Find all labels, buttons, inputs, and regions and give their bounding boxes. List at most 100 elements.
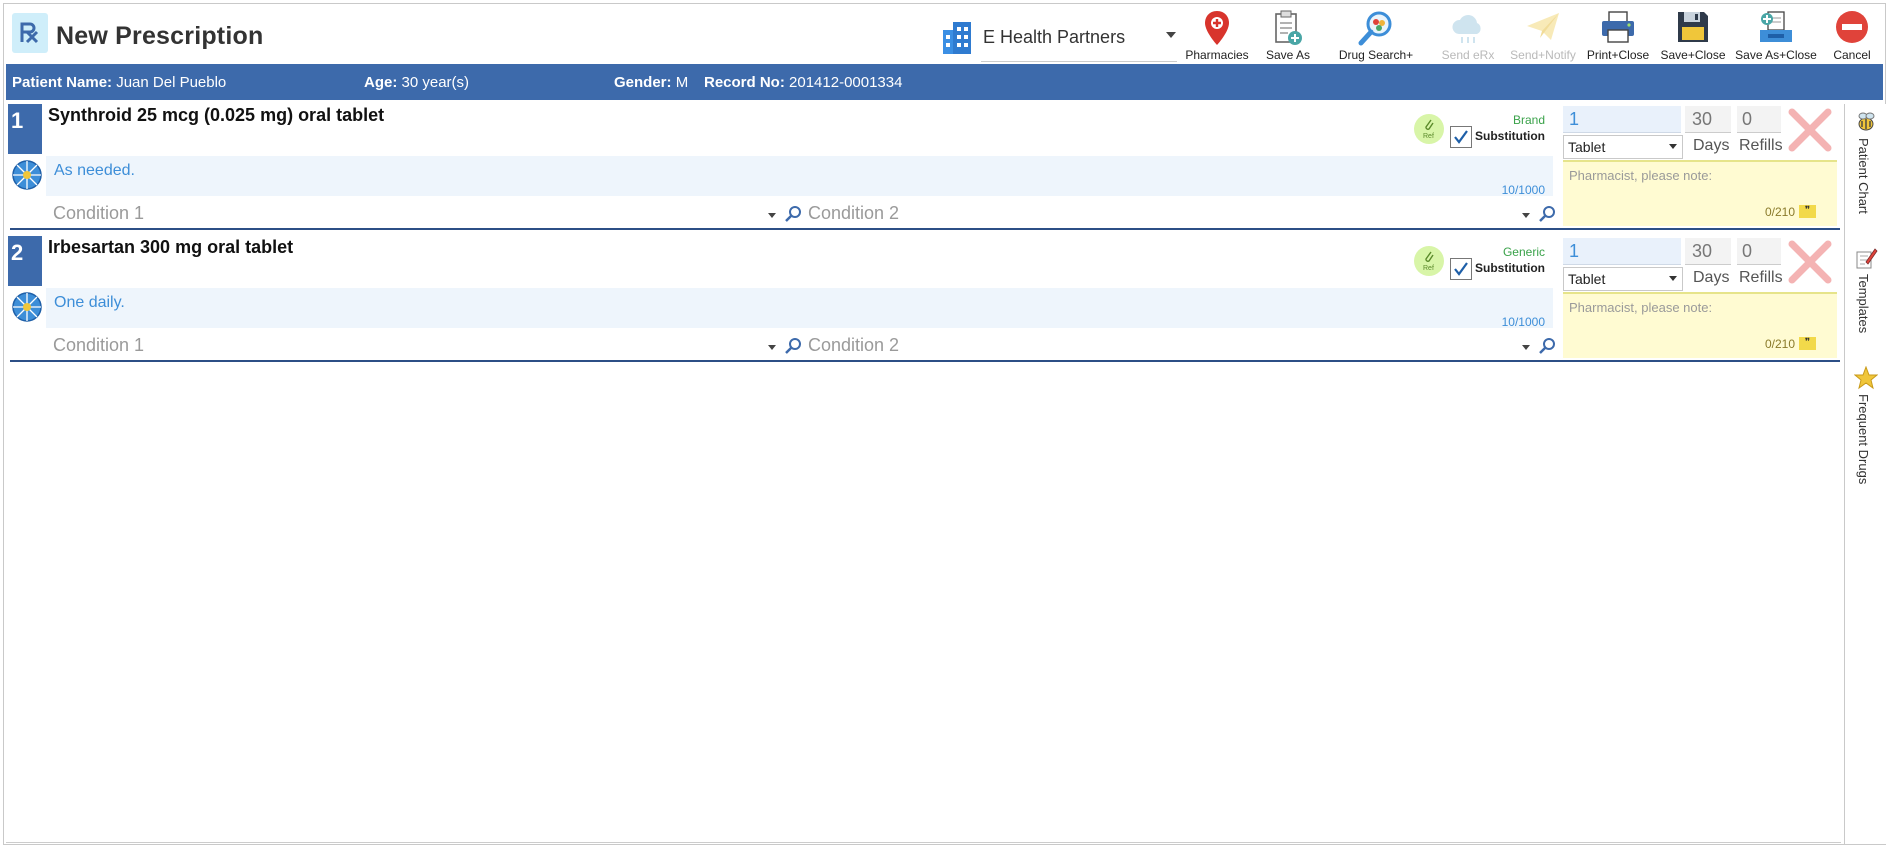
refills-label: Refills (1739, 269, 1783, 286)
save-close-button[interactable]: Save+Close (1659, 8, 1727, 64)
chevron-down-icon[interactable] (1522, 345, 1530, 350)
chevron-down-icon (1669, 144, 1677, 149)
search-icon[interactable] (784, 205, 802, 223)
send-erx-label: Send eRx (1441, 48, 1495, 62)
note-char-count: 0/210 (1765, 205, 1796, 219)
note-char-count: 0/210 (1765, 337, 1796, 351)
quantity-input[interactable]: 1 (1563, 106, 1681, 133)
drug-name[interactable]: Synthroid 25 mcg (0.025 mg) oral tablet (48, 105, 384, 126)
bee-icon (1858, 112, 1875, 131)
refills-input[interactable]: 0 (1737, 106, 1781, 133)
search-icon[interactable] (1538, 337, 1556, 355)
cancel-button[interactable]: Cancel (1826, 8, 1878, 64)
chevron-down-icon[interactable] (1522, 213, 1530, 218)
sig-field[interactable] (46, 156, 1553, 196)
condition-2-select[interactable]: Condition 2 (808, 335, 899, 356)
bottom-border (6, 842, 1841, 843)
side-tab-label: Templates (1856, 274, 1871, 334)
sig-text[interactable]: One daily. (54, 294, 125, 312)
days-label: Days (1693, 137, 1730, 154)
unit-select[interactable]: Tablet (1563, 135, 1683, 159)
side-tab-templates[interactable]: Templates (1845, 246, 1887, 346)
save-as-label: Save As (1265, 48, 1311, 62)
paper-plane-icon (1527, 13, 1559, 40)
pharmacies-button[interactable]: Pharmacies (1179, 8, 1255, 64)
tray-add-icon (1760, 11, 1792, 42)
cancel-label: Cancel (1833, 48, 1871, 62)
quote-icon[interactable]: ❞ (1799, 205, 1816, 218)
prescription-window: New Prescription E Health Partners Pharm… (3, 3, 1887, 845)
clipboard-add-icon (1275, 10, 1302, 45)
pharmacist-note-field[interactable]: Pharmacist, please note: 0/210 ❞ (1563, 160, 1837, 226)
side-tab-patient-chart[interactable]: Patient Chart (1845, 110, 1887, 230)
map-pin-icon (1205, 11, 1229, 45)
days-input[interactable]: 30 (1685, 238, 1731, 265)
prescription-row: 2 Irbesartan 300 mg oral tablet One dail… (6, 234, 1840, 362)
sig-field[interactable] (46, 288, 1553, 328)
cloud-icon (1452, 15, 1481, 43)
reference-label: Ref (1423, 133, 1434, 140)
unit-select[interactable]: Tablet (1563, 267, 1683, 291)
pharmacist-note-placeholder: Pharmacist, please note: (1569, 168, 1713, 183)
substitution-checkbox[interactable] (1450, 258, 1472, 280)
practice-selector[interactable]: E Health Partners (941, 18, 1181, 62)
pharmacies-label: Pharmacies (1185, 48, 1249, 62)
record-number-field: Record No: 201412-0001334 (704, 74, 903, 91)
send-erx-button[interactable]: Send eRx (1434, 8, 1502, 64)
refills-input[interactable]: 0 (1737, 238, 1781, 265)
save-as-button[interactable]: Save As (1257, 8, 1319, 64)
star-icon (1854, 366, 1878, 390)
pharmacist-note-field[interactable]: Pharmacist, please note: 0/210 ❞ (1563, 292, 1837, 358)
row-divider (10, 360, 1840, 362)
side-tab-frequent-drugs[interactable]: Frequent Drugs (1845, 366, 1887, 506)
patient-info-bar: Patient Name: Juan Del Pueblo Age: 30 ye… (6, 64, 1883, 100)
condition-1-select[interactable]: Condition 1 (53, 203, 144, 224)
pencil-icon (1856, 248, 1878, 269)
brand-generic-label: Brand (1512, 113, 1545, 127)
quantity-input[interactable]: 1 (1563, 238, 1681, 265)
chevron-down-icon[interactable] (768, 213, 776, 218)
save-as-close-button[interactable]: Save As+Close (1734, 8, 1818, 64)
refills-label: Refills (1739, 137, 1783, 154)
delete-icon[interactable] (1788, 108, 1832, 152)
sig-wheel-icon[interactable] (11, 159, 43, 191)
drug-name[interactable]: Irbesartan 300 mg oral tablet (48, 237, 293, 258)
brand-generic-label: Generic (1502, 245, 1545, 259)
quote-icon[interactable]: ❞ (1799, 337, 1816, 350)
app-header: New Prescription E Health Partners Pharm… (4, 4, 1885, 64)
drug-search-button[interactable]: Drug Search+ (1333, 8, 1419, 64)
reference-button[interactable]: Ref (1414, 246, 1444, 276)
condition-2-select[interactable]: Condition 2 (808, 203, 899, 224)
send-notify-label: Send+Notify (1510, 48, 1576, 62)
sig-text[interactable]: As needed. (54, 162, 135, 180)
days-input[interactable]: 30 (1685, 106, 1731, 133)
search-icon[interactable] (1538, 205, 1556, 223)
sig-char-count: 10/1000 (1501, 315, 1545, 329)
print-close-button[interactable]: Print+Close (1584, 8, 1652, 64)
condition-1-select[interactable]: Condition 1 (53, 335, 144, 356)
side-panel: Patient Chart Templates Frequent Drugs (1844, 104, 1887, 844)
reference-button[interactable]: Ref (1414, 114, 1444, 144)
side-tab-label: Patient Chart (1856, 138, 1871, 214)
days-label: Days (1693, 269, 1730, 286)
checkmark-icon (1454, 262, 1468, 276)
paperclip-icon (1425, 119, 1434, 130)
patient-name-field: Patient Name: Juan Del Pueblo (12, 74, 227, 91)
delete-icon[interactable] (1788, 240, 1832, 284)
sig-char-count: 10/1000 (1501, 183, 1545, 197)
side-tab-label: Frequent Drugs (1856, 394, 1871, 485)
substitution-label: Substitution (1475, 129, 1545, 143)
patient-age-field: Age: 30 year(s) (364, 74, 470, 91)
send-notify-button[interactable]: Send+Notify (1508, 8, 1578, 64)
reference-label: Ref (1423, 265, 1434, 272)
chevron-down-icon (1669, 276, 1677, 281)
sig-wheel-icon[interactable] (11, 291, 43, 323)
prescription-logo-icon (12, 13, 48, 53)
print-close-label: Print+Close (1586, 48, 1650, 62)
chevron-down-icon[interactable] (768, 345, 776, 350)
floppy-icon (1678, 12, 1708, 42)
substitution-label: Substitution (1475, 261, 1545, 275)
practice-name: E Health Partners (983, 27, 1126, 47)
substitution-checkbox[interactable] (1450, 126, 1472, 148)
search-icon[interactable] (784, 337, 802, 355)
